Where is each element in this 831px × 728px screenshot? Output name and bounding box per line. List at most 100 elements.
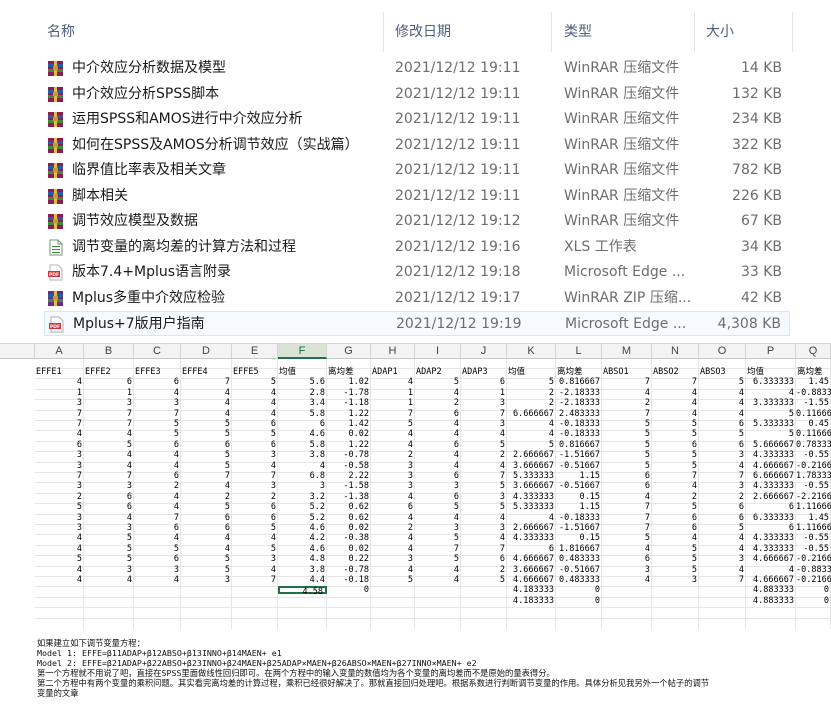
cell[interactable]: 4.666667 <box>507 555 556 564</box>
header-cell[interactable]: ADAP1 <box>371 368 415 377</box>
cell[interactable]: 0.783333 <box>796 441 831 450</box>
cell[interactable]: 7 <box>461 545 507 554</box>
cell[interactable]: 4.333333 <box>507 493 556 502</box>
cell[interactable]: 4 <box>507 430 556 439</box>
cell[interactable]: -0.55 <box>796 482 831 491</box>
cell[interactable]: 4 <box>84 576 134 585</box>
cell[interactable]: 4 <box>746 565 796 574</box>
cell[interactable]: 2 <box>415 399 461 408</box>
column-header-date[interactable]: 修改日期 <box>395 12 451 52</box>
cell[interactable] <box>327 597 371 605</box>
cell[interactable]: 2.483333 <box>556 409 602 418</box>
cell[interactable]: 7 <box>602 513 652 522</box>
cell[interactable]: 2.22 <box>327 472 371 481</box>
cell[interactable]: 4 <box>507 420 556 429</box>
cell[interactable]: 6.666667 <box>507 409 556 418</box>
cell[interactable]: 6 <box>232 420 278 429</box>
header-cell[interactable]: ABSO1 <box>602 368 652 377</box>
active-cell[interactable]: 4.58 <box>278 586 327 597</box>
cell[interactable]: 7 <box>602 378 652 387</box>
cell[interactable]: 4 <box>232 565 278 574</box>
cell[interactable]: 6 <box>371 503 415 512</box>
cell[interactable]: 7 <box>371 409 415 418</box>
cell[interactable]: 7 <box>35 409 84 418</box>
header-cell[interactable]: ADAP3 <box>461 368 507 377</box>
cell[interactable]: 6 <box>746 503 796 512</box>
cell[interactable]: 2 <box>507 389 556 398</box>
cell[interactable]: 2 <box>371 524 415 533</box>
cell[interactable]: 4 <box>652 482 699 491</box>
cell[interactable]: 3 <box>84 482 134 491</box>
cell[interactable]: -2.18333 <box>556 389 602 398</box>
cell[interactable]: 0.816667 <box>556 441 602 450</box>
file-row[interactable]: 调节变量的离均差的计算方法和过程 2021/12/12 19:16 XLS 工作表 3… <box>44 235 790 260</box>
cell[interactable]: 4 <box>232 389 278 398</box>
column-header-q[interactable]: Q <box>796 344 831 359</box>
cell[interactable]: 1 <box>35 389 84 398</box>
cell[interactable]: 4 <box>371 565 415 574</box>
cell[interactable]: -0.38 <box>327 534 371 543</box>
cell[interactable]: 5 <box>35 503 84 512</box>
cell[interactable]: 4 <box>415 430 461 439</box>
cell[interactable]: 5 <box>181 503 232 512</box>
header-cell[interactable]: ADAP2 <box>415 368 461 377</box>
cell[interactable]: 4.883333 <box>746 597 796 606</box>
cell[interactable]: 3 <box>699 482 746 491</box>
cell[interactable]: 5 <box>652 451 699 460</box>
cell[interactable]: 4.183333 <box>507 586 556 595</box>
cell[interactable]: 4 <box>35 378 84 387</box>
cell[interactable]: 4 <box>652 534 699 543</box>
cell[interactable]: 7 <box>35 472 84 481</box>
cell[interactable]: 0.62 <box>327 503 371 512</box>
cell[interactable]: 6 <box>652 441 699 450</box>
cell[interactable]: 4 <box>415 420 461 429</box>
cell[interactable] <box>602 586 652 594</box>
cell[interactable]: 4 <box>371 513 415 522</box>
cell[interactable] <box>232 597 278 605</box>
cell[interactable]: 1.42 <box>327 420 371 429</box>
cell[interactable]: 3 <box>232 482 278 491</box>
cell[interactable]: 3 <box>84 565 134 574</box>
column-header-type[interactable]: 类型 <box>564 12 592 52</box>
cell[interactable]: 4 <box>602 493 652 502</box>
cell[interactable]: 0.62 <box>327 513 371 522</box>
cell[interactable]: 4 <box>699 534 746 543</box>
cell[interactable]: 4 <box>84 451 134 460</box>
cell[interactable]: 3.8 <box>278 565 327 574</box>
cell[interactable]: 4 <box>35 430 84 439</box>
cell[interactable]: 6 <box>134 441 181 450</box>
cell[interactable]: 5.2 <box>278 503 327 512</box>
cell[interactable]: 5 <box>652 555 699 564</box>
cell[interactable] <box>278 597 327 605</box>
cell[interactable]: 2 <box>232 493 278 502</box>
cell[interactable]: 4 <box>84 461 134 470</box>
cell[interactable] <box>371 586 415 594</box>
cell[interactable]: -0.78 <box>327 451 371 460</box>
cell[interactable]: 5 <box>602 534 652 543</box>
cell[interactable]: 4.333333 <box>746 451 796 460</box>
cell[interactable]: 5 <box>461 441 507 450</box>
cell[interactable]: 0.116667 <box>796 409 831 418</box>
cell[interactable] <box>415 586 461 594</box>
cell[interactable]: 6 <box>84 493 134 502</box>
cell[interactable]: 4 <box>35 534 84 543</box>
cell[interactable]: 3.2 <box>278 493 327 502</box>
cell[interactable]: 0 <box>556 597 602 606</box>
cell[interactable]: 6 <box>415 441 461 450</box>
cell[interactable]: 3 <box>371 555 415 564</box>
cell[interactable]: 4.666667 <box>746 576 796 585</box>
cell[interactable]: 5 <box>507 441 556 450</box>
file-row[interactable]: 运用SPSS和AMOS进行中介效应分析 2021/12/12 19:11 WinRA… <box>44 107 790 132</box>
cell[interactable]: -0.21667 <box>796 461 831 470</box>
cell[interactable]: 5 <box>232 524 278 533</box>
cell[interactable] <box>699 597 746 605</box>
cell[interactable]: 1.116667 <box>796 524 831 533</box>
cell[interactable]: 4 <box>652 399 699 408</box>
cell[interactable]: 4 <box>371 534 415 543</box>
cell[interactable]: 1.22 <box>327 441 371 450</box>
cell[interactable]: 0.483333 <box>556 576 602 585</box>
cell[interactable]: 3 <box>84 399 134 408</box>
cell[interactable]: 5 <box>415 555 461 564</box>
cell[interactable]: 0.02 <box>327 524 371 533</box>
cell[interactable]: 0 <box>327 586 371 595</box>
